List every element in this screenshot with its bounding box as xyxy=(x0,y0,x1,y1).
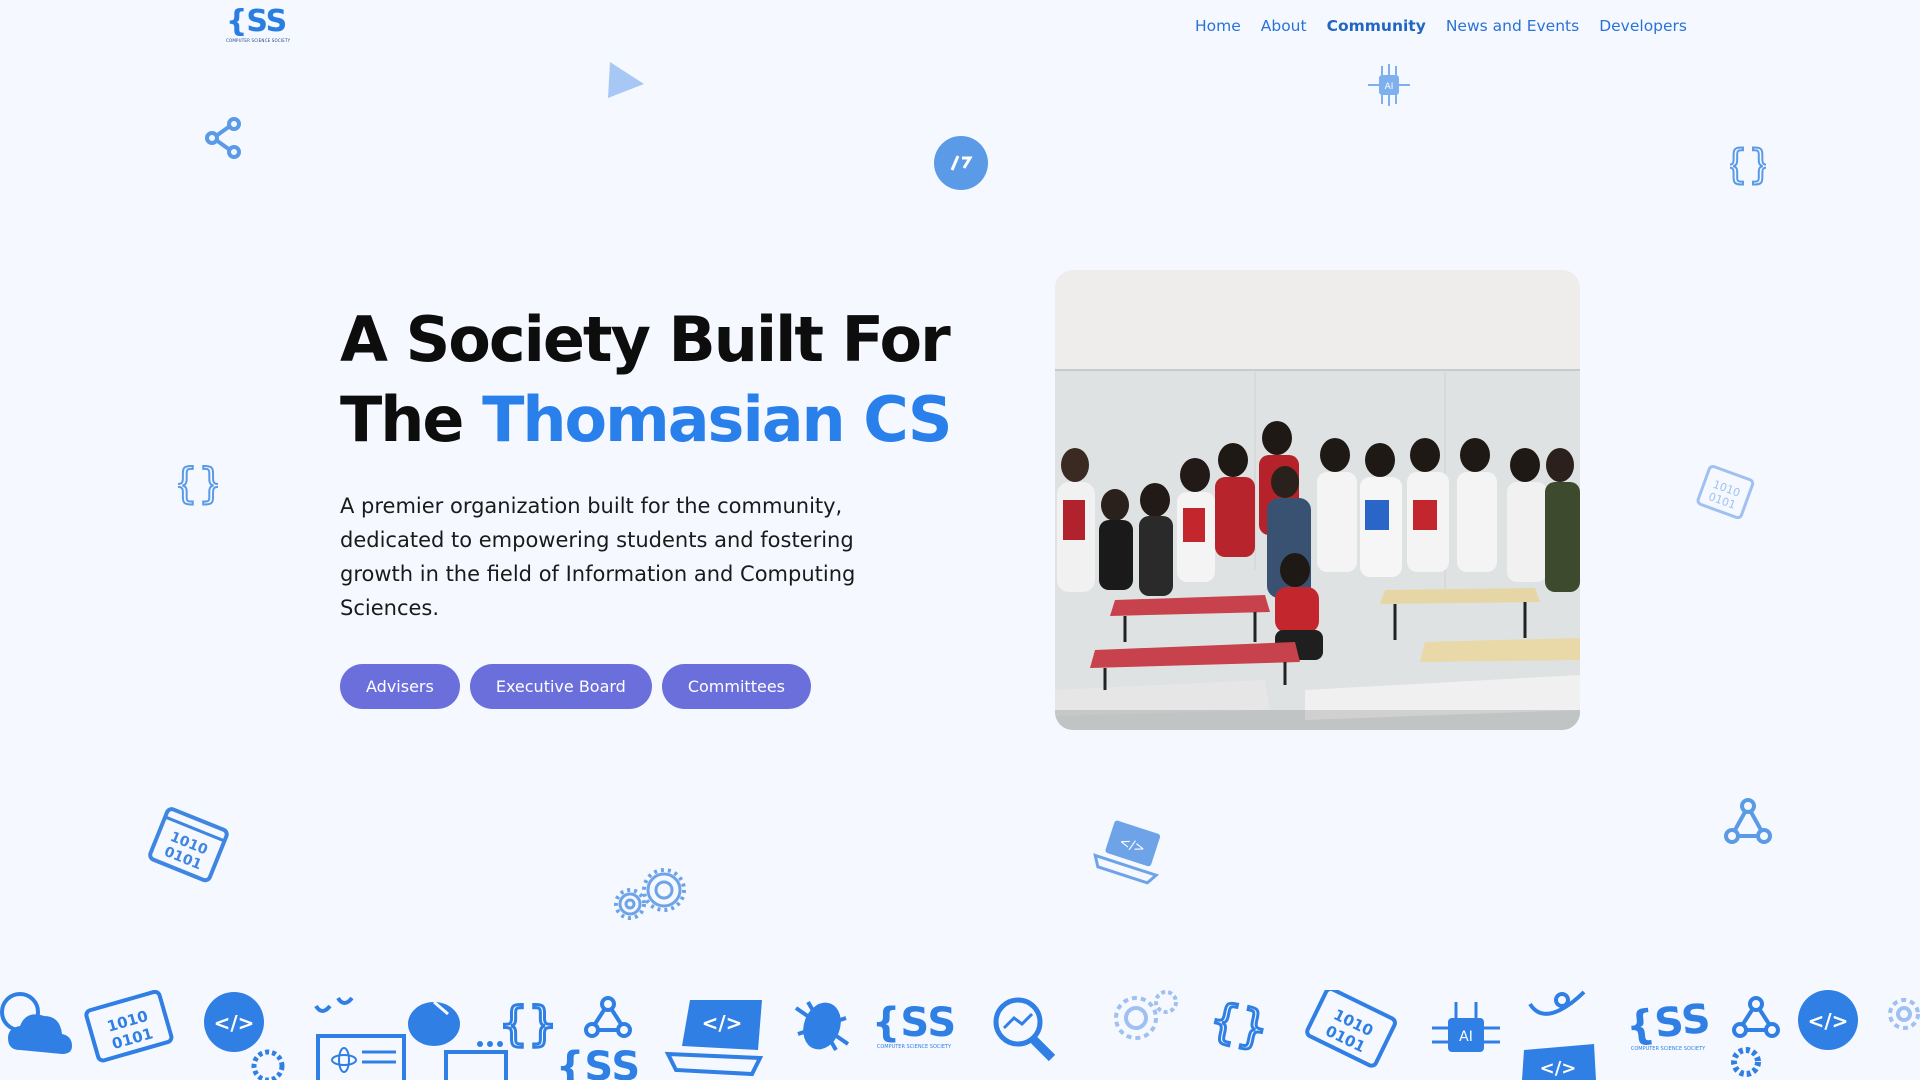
advisers-button[interactable]: Advisers xyxy=(340,664,460,709)
gears-icon xyxy=(1114,990,1178,1040)
laptop-code-icon: </> xyxy=(1092,816,1168,888)
nav-community[interactable]: Community xyxy=(1327,17,1426,35)
icon-strip: 1010 0101 </> {} {SS </> {SS COMPUTER SC… xyxy=(0,990,1920,1080)
code-circle-icon: </> xyxy=(1798,990,1858,1050)
code-circle-icon xyxy=(934,136,988,190)
svg-text:AI: AI xyxy=(1385,82,1394,92)
share-nodes-icon xyxy=(204,116,244,160)
share-nodes-icon xyxy=(1731,996,1780,1077)
css-logo-icon: {SS COMPUTER SCIENCE SOCIETY xyxy=(872,1000,956,1050)
mouse-icon xyxy=(408,1000,508,1080)
gears-icon xyxy=(610,866,692,924)
svg-text:{}: {} xyxy=(1730,142,1766,186)
css-logo-icon: {SS xyxy=(556,1044,640,1080)
svg-text:{}: {} xyxy=(1205,991,1273,1056)
nav-developers[interactable]: Developers xyxy=(1599,17,1687,35)
binary-card-icon: 1010 0101 xyxy=(1694,464,1756,522)
code-circle-icon: </> xyxy=(204,992,285,1080)
nav-news-and-events[interactable]: News and Events xyxy=(1446,17,1579,35)
share-nodes-icon xyxy=(1722,796,1774,848)
curly-braces-icon: {} xyxy=(1730,140,1766,186)
svg-text:{}: {} xyxy=(499,997,558,1051)
svg-text:{SS: {SS xyxy=(1624,996,1713,1051)
curly-braces-icon: {} xyxy=(497,996,559,1053)
ai-chip-icon: AI </> xyxy=(1432,1002,1596,1080)
main-nav: Home About Community News and Events Dev… xyxy=(1195,17,1687,35)
gears-icon xyxy=(1888,998,1920,1030)
triangle-icon xyxy=(606,60,646,100)
hero-buttons: Advisers Executive Board Committees xyxy=(340,664,811,709)
svg-text:COMPUTER SCIENCE SOCIETY: COMPUTER SCIENCE SOCIETY xyxy=(877,1044,952,1050)
svg-text:</>: </> xyxy=(702,1011,743,1035)
svg-text:{SS: {SS xyxy=(556,1044,640,1080)
headline-accent: Thomasian CS xyxy=(482,383,952,456)
page: {SS COMPUTER SCIENCE SOCIETY Home About … xyxy=(0,0,1920,1080)
nav-home[interactable]: Home xyxy=(1195,17,1241,35)
atom-document-icon xyxy=(314,996,406,1080)
rocket-icon xyxy=(1528,990,1586,1016)
ai-chip-icon: AI xyxy=(1366,62,1412,108)
committees-button[interactable]: Committees xyxy=(661,664,811,709)
executive-board-button[interactable]: Executive Board xyxy=(469,664,652,709)
share-nodes-icon xyxy=(584,996,632,1038)
logo-mark: {SS xyxy=(226,4,287,39)
binary-card-icon: 1010 0101 xyxy=(1305,990,1397,1068)
headline-line-1: A Society Built For xyxy=(340,303,951,376)
headline-plain: The xyxy=(340,383,483,456)
svg-text:</>: </> xyxy=(1540,1058,1577,1079)
hero-headline: A Society Built For The Thomasian CS xyxy=(340,300,953,460)
headline-line-2: The Thomasian CS xyxy=(340,380,953,460)
brand-logo[interactable]: {SS COMPUTER SCIENCE SOCIETY xyxy=(226,4,291,48)
logo-subtext: COMPUTER SCIENCE SOCIETY xyxy=(226,38,291,43)
svg-text:{SS: {SS xyxy=(872,1000,956,1046)
svg-text:</>: </> xyxy=(1808,1009,1849,1033)
laptop-code-icon: </> xyxy=(664,1000,764,1077)
search-chart-icon xyxy=(993,997,1056,1062)
nav-about[interactable]: About xyxy=(1261,17,1307,35)
group-photo xyxy=(1055,270,1580,730)
hero-description: A premier organization built for the com… xyxy=(340,494,856,620)
svg-text:COMPUTER SCIENCE SOCIETY: COMPUTER SCIENCE SOCIETY xyxy=(1631,1046,1706,1052)
curly-braces-icon: {} xyxy=(1203,990,1274,1058)
svg-text:</>: </> xyxy=(214,1011,255,1035)
css-logo-icon: {SS COMPUTER SCIENCE SOCIETY xyxy=(1624,996,1713,1052)
cloud-globe-icon xyxy=(0,992,72,1054)
curly-braces-icon: {} xyxy=(178,458,218,508)
bug-icon xyxy=(794,1000,850,1052)
svg-text:AI: AI xyxy=(1459,1029,1473,1045)
binary-card-icon: 1010 0101 xyxy=(84,990,174,1063)
binary-card-icon: 1010 0101 xyxy=(146,806,232,886)
svg-text:{}: {} xyxy=(178,459,218,508)
